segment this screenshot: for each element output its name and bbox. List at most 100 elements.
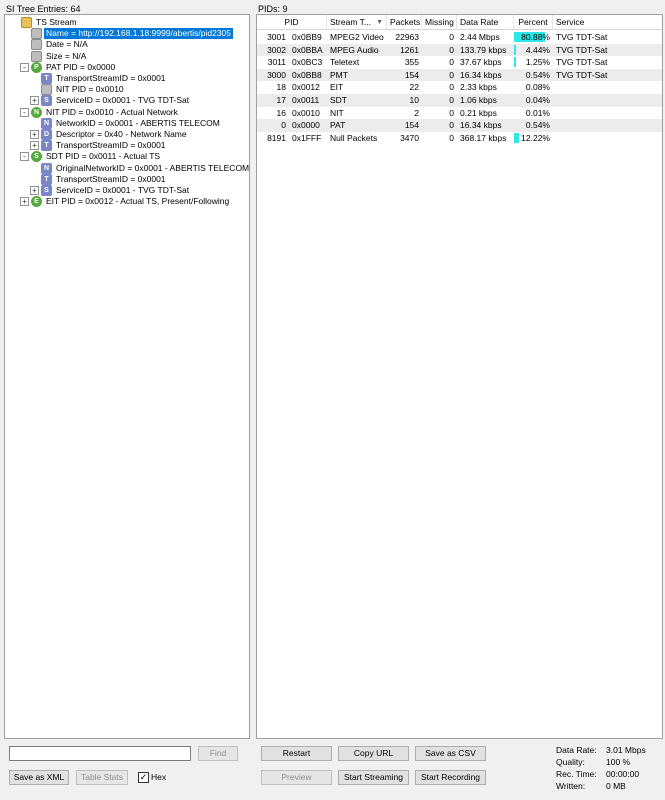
cell-service: TVG TDT-Sat (556, 32, 608, 42)
start-streaming-button[interactable]: Start Streaming (338, 770, 409, 785)
tree-node-label: PAT PID = 0x0000 (46, 61, 116, 72)
expand-icon[interactable]: + (30, 141, 39, 151)
tree-node[interactable]: N NetworkID = 0x0001 - ABERTIS TELECOM (5, 117, 245, 129)
tree-node[interactable]: Date = N/A (5, 39, 245, 51)
cell-pid-hex: 0x0BC3 (292, 57, 323, 68)
restart-button[interactable]: Restart (261, 746, 332, 761)
expand-icon[interactable]: + (30, 96, 39, 106)
cell-stream-type: NIT (330, 107, 344, 118)
cell-pid-hex: 0x1FFF (292, 132, 322, 143)
cell-percent: 0.54% (514, 69, 553, 82)
cell-stream-type: MPEG Audio (330, 44, 379, 55)
expand-icon[interactable]: + (20, 197, 29, 207)
si-tree-view[interactable]: TS Stream Name = http://192.168.1.18:9999… (4, 14, 250, 739)
tree-node[interactable]: Name = http://192.168.1.18:9999/abertis/… (5, 28, 245, 40)
tree-node[interactable]: NIT PID = 0x0010 (5, 84, 245, 96)
table-row[interactable]: 8191 0x1FFF Null Packets 3470 0 368.17 kbps 12… (257, 132, 662, 145)
cell-pid: 16 (276, 107, 286, 118)
pid-table[interactable]: PID Stream T... ▼ Packets Missing Data R… (256, 14, 663, 739)
percent-text: 1.25% (525, 57, 550, 68)
tree-node[interactable]: - N NIT PID = 0x0010 - Actual Network (5, 106, 245, 118)
hex-label: Hex (151, 772, 167, 782)
percent-text: 0.04% (525, 95, 550, 105)
tree-node[interactable]: T TransportStreamID = 0x0001 (5, 173, 245, 185)
cell-service (553, 107, 662, 120)
network-node-icon: N (41, 117, 52, 129)
percent-text: 4.44% (525, 44, 550, 55)
cell-data-rate: 0.21 kbps (460, 107, 497, 118)
table-row[interactable]: 3011 0x0BC3 Teletext 355 0 37.67 kbps TVG TDT-… (257, 56, 662, 69)
find-input[interactable] (9, 746, 191, 761)
save-as-xml-button[interactable]: Save as XML (9, 770, 69, 785)
collapse-icon[interactable]: - (20, 62, 29, 72)
tree-node-label: Descriptor = 0x40 - Network Name (56, 129, 187, 139)
table-header: PID Stream T... ▼ Packets Missing Data R… (257, 15, 662, 30)
preview-button[interactable]: Preview (261, 770, 332, 785)
cell-pid: 18 (276, 82, 286, 93)
table-row[interactable]: 3000 0x0BB8 PMT 154 0 16.34 kbps TVG TDT-Sat 0.… (257, 68, 662, 82)
cell-packets: 1261 (400, 44, 419, 55)
column-header-stream-type[interactable]: Stream T... ▼ (327, 15, 387, 30)
service-node-icon: S (41, 95, 52, 107)
column-header-packets[interactable]: Packets (387, 15, 422, 30)
network-node-icon: N (41, 162, 52, 174)
property-icon (31, 50, 42, 62)
copy-url-button[interactable]: Copy URL (338, 746, 409, 761)
column-header-missing[interactable]: Missing (422, 15, 457, 30)
collapse-icon[interactable]: - (20, 152, 29, 162)
cell-stream-type: PAT (330, 120, 346, 131)
hex-checkbox[interactable]: ✓ (138, 772, 149, 783)
tree-node[interactable]: TS Stream (5, 17, 245, 28)
expand-icon[interactable]: + (30, 186, 39, 195)
cell-percent: 12.22% (514, 132, 553, 145)
tree-node[interactable]: Size = N/A (5, 50, 245, 62)
cell-service (553, 94, 662, 107)
collapse-icon[interactable]: - (20, 107, 29, 117)
cell-pid-hex: 0x0BB8 (292, 69, 322, 80)
cell-packets: 3470 (400, 132, 419, 143)
network-node-icon: N (31, 106, 42, 118)
tree-node-label: NIT PID = 0x0010 - Actual Network (46, 106, 178, 117)
quality-label: Quality: (556, 757, 585, 767)
data-rate-value: 3.01 Mbps (606, 745, 646, 755)
cell-missing: 0 (449, 95, 454, 105)
cell-missing: 0 (449, 120, 454, 131)
pids-count-label: PIDs: 9 (258, 4, 288, 14)
column-header-service[interactable]: Service (553, 15, 662, 30)
tree-node[interactable]: - S SDT PID = 0x0011 - Actual TS (5, 151, 245, 163)
column-header-pid[interactable]: PID (257, 15, 327, 30)
save-as-csv-button[interactable]: Save as CSV (415, 746, 486, 761)
tree-node-label: TransportStreamID = 0x0001 (56, 173, 166, 184)
cell-pid-hex: 0x0010 (292, 107, 320, 118)
tree-node[interactable]: T TransportStreamID = 0x0001 (5, 73, 245, 84)
cell-stream-type: MPEG2 Video (330, 32, 384, 42)
tree-node-label: TransportStreamID = 0x0001 (56, 73, 166, 83)
table-row[interactable]: 3001 0x0BB9 MPEG2 Video 22963 0 2.44 Mbps TVG … (257, 31, 662, 44)
column-header-percent[interactable]: Percent (514, 15, 553, 30)
tree-node[interactable]: + E EIT PID = 0x0012 - Actual TS, Present/… (5, 196, 245, 208)
find-button[interactable]: Find (198, 746, 238, 761)
cell-data-rate: 368.17 kbps (460, 132, 507, 143)
tree-node[interactable]: + S ServiceID = 0x0001 - TVG TDT-Sat (5, 95, 245, 107)
table-row[interactable]: 18 0x0012 EIT 22 0 2.33 kbps 0.08% (257, 81, 662, 94)
pat-node-icon: P (31, 61, 42, 73)
property-icon (31, 39, 42, 51)
cell-service: TVG TDT-Sat (556, 44, 608, 55)
tree-node[interactable]: + S ServiceID = 0x0001 - TVG TDT-Sat (5, 185, 245, 196)
tree-node[interactable]: N OriginalNetworkID = 0x0001 - ABERTIS TE… (5, 162, 249, 174)
expand-icon[interactable]: + (30, 130, 39, 139)
column-header-data-rate[interactable]: Data Rate (457, 15, 514, 30)
tree-node[interactable]: - P PAT PID = 0x0000 (5, 61, 245, 73)
tree-node[interactable]: + T TransportStreamID = 0x0001 (5, 140, 245, 152)
start-recording-button[interactable]: Start Recording (415, 770, 486, 785)
table-row[interactable]: 16 0x0010 NIT 2 0 0.21 kbps 0.01% (257, 107, 662, 120)
cell-service (553, 81, 662, 94)
table-row[interactable]: 3002 0x0BBA MPEG Audio 1261 0 133.79 kbps TVG … (257, 43, 662, 57)
transport-stream-icon: T (41, 140, 52, 152)
table-stats-button[interactable]: Table Stats (76, 770, 128, 785)
table-row[interactable]: 17 0x0011 SDT 10 0 1.06 kbps 0.04% (257, 94, 662, 107)
cell-pid: 3002 (267, 44, 286, 55)
table-row[interactable]: 0 0x0000 PAT 154 0 16.34 kbps 0.54% (257, 119, 662, 132)
tree-node[interactable]: + D Descriptor = 0x40 - Network Name (5, 129, 245, 140)
transport-stream-icon: T (41, 73, 52, 84)
